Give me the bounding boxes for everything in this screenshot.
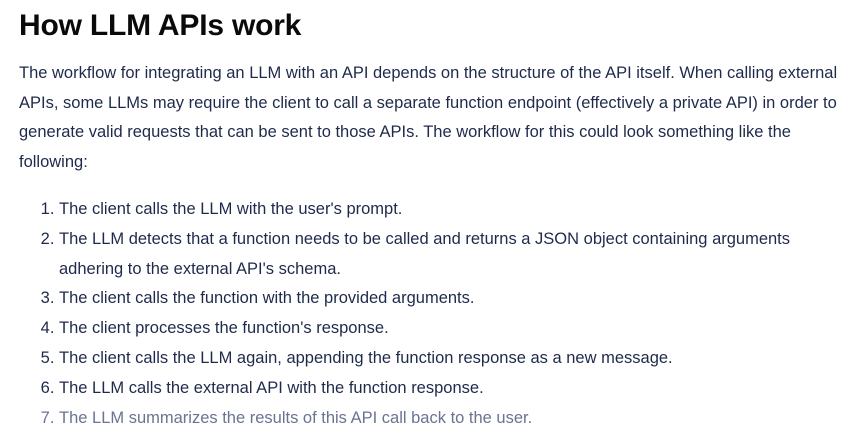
intro-paragraph: The workflow for integrating an LLM with… bbox=[19, 64, 838, 171]
list-item: The LLM calls the external API with the … bbox=[59, 374, 843, 404]
list-item: The client calls the LLM again, appendin… bbox=[59, 344, 843, 374]
workflow-steps-list: The client calls the LLM with the user's… bbox=[19, 195, 843, 433]
article-content: How LLM APIs work The workflow for integ… bbox=[19, 0, 843, 433]
list-item: The client calls the function with the p… bbox=[59, 284, 843, 314]
list-item: The client processes the function's resp… bbox=[59, 314, 843, 344]
list-item: The LLM detects that a function needs to… bbox=[59, 225, 843, 285]
page-title: How LLM APIs work bbox=[19, 9, 302, 42]
list-item: The client calls the LLM with the user's… bbox=[59, 195, 843, 225]
list-item: The LLM summarizes the results of this A… bbox=[59, 404, 843, 433]
